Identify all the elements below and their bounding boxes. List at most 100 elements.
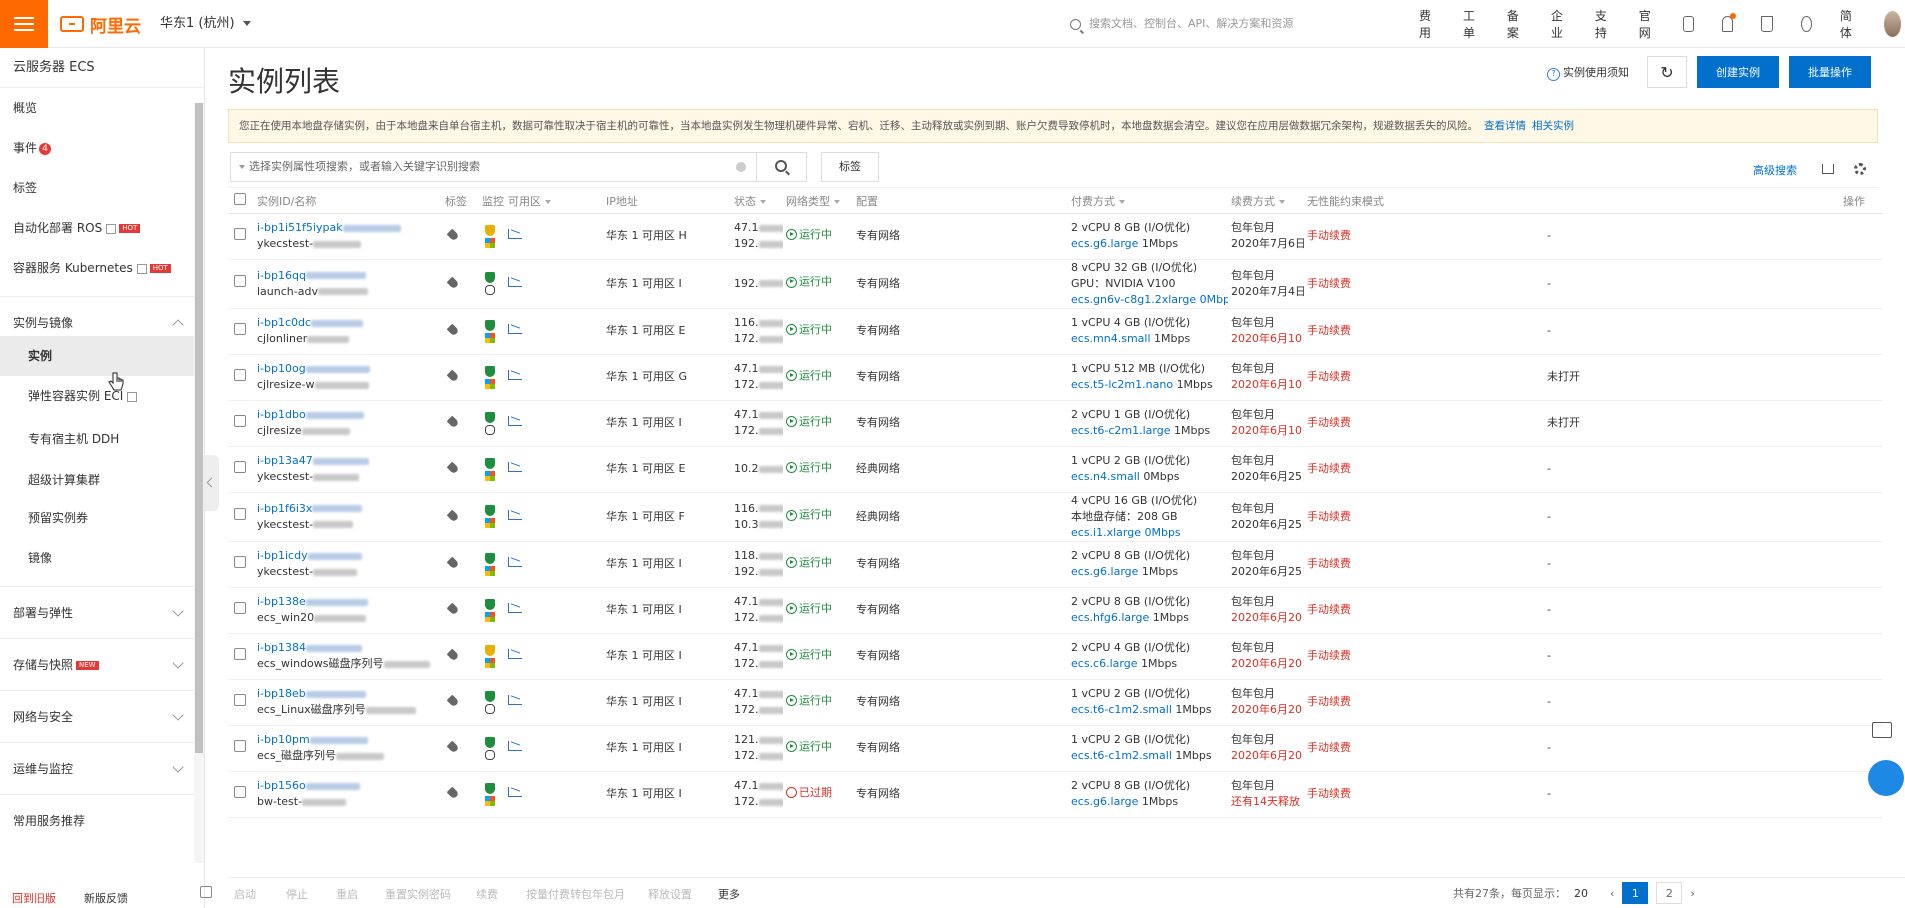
security-shield-icon[interactable]	[485, 224, 495, 236]
monitor-chart-icon[interactable]	[508, 416, 522, 426]
tag-icon[interactable]	[446, 461, 460, 475]
config-type[interactable]: ecs.t6-c1m2.small	[1071, 749, 1172, 762]
sidebar-item-tags[interactable]: 标签	[0, 168, 204, 208]
tag-icon[interactable]	[446, 276, 460, 289]
instance-id-link[interactable]: i-bp13a47	[257, 454, 313, 467]
footer-select-checkbox[interactable]	[200, 886, 212, 898]
language-switch[interactable]: 简体	[1840, 7, 1856, 41]
create-instance-button[interactable]: 创建实例	[1697, 56, 1779, 88]
monitor-chart-icon[interactable]	[508, 229, 522, 239]
security-shield-icon[interactable]	[485, 644, 495, 656]
tag-icon[interactable]	[446, 369, 460, 383]
nav-support[interactable]: 支持	[1595, 7, 1611, 41]
monitor-chart-icon[interactable]	[508, 370, 522, 380]
config-type[interactable]: ecs.t5-lc2m1.nano	[1071, 378, 1173, 391]
sidebar-item-instances[interactable]: 实例	[0, 336, 204, 376]
sidebar-item-events[interactable]: 事件 4	[0, 128, 204, 168]
prev-page-icon[interactable]: ‹	[1610, 887, 1614, 900]
monitor-chart-icon[interactable]	[508, 462, 522, 472]
config-type[interactable]: ecs.t6-c2m1.large	[1071, 424, 1170, 437]
instance-id-link[interactable]: i-bp1i51f5iypak	[257, 221, 343, 234]
column-header-status[interactable]: 状态	[731, 189, 783, 214]
global-search[interactable]: 搜索文档、控制台、API、解决方案和资源	[1070, 0, 1400, 48]
monitor-chart-icon[interactable]	[508, 557, 522, 567]
old-version-link[interactable]: 回到旧版	[12, 890, 56, 908]
config-type[interactable]: ecs.gn6v-c8g1.2xlarge 0Mbps	[1071, 293, 1228, 306]
page-button[interactable]: 2	[1656, 882, 1683, 904]
instance-id-link[interactable]: i-bp1f6i3x	[257, 502, 312, 515]
column-header-network[interactable]: 网络类型	[783, 189, 853, 214]
row-checkbox[interactable]	[228, 308, 254, 355]
tag-icon[interactable]	[446, 323, 460, 337]
tag-filter-button[interactable]: 标签	[821, 152, 879, 182]
sidebar-collapse-handle[interactable]	[205, 455, 219, 511]
instance-id-link[interactable]: i-bp1384	[257, 641, 306, 654]
security-shield-icon[interactable]	[485, 552, 495, 564]
sidebar-item-ros[interactable]: 自动化部署 ROS HOT	[0, 208, 204, 248]
aliyun-logo[interactable]: 阿里云	[60, 12, 141, 37]
security-shield-icon[interactable]	[485, 736, 495, 748]
refresh-button[interactable]: ↻	[1647, 56, 1687, 88]
column-header-renew[interactable]: 续费方式	[1228, 189, 1304, 214]
sidebar-item-overview[interactable]: 概览	[0, 88, 204, 128]
notice-related-link[interactable]: 相关实例	[1532, 120, 1574, 132]
notice-details-link[interactable]: 查看详情	[1484, 120, 1526, 132]
bell-icon[interactable]	[1722, 13, 1737, 32]
page-button[interactable]: 1	[1622, 882, 1649, 904]
monitor-chart-icon[interactable]	[508, 649, 522, 659]
avatar[interactable]	[1883, 11, 1902, 37]
nav-icp[interactable]: 备案	[1507, 7, 1523, 41]
monitor-chart-icon[interactable]	[508, 509, 522, 520]
row-checkbox[interactable]	[228, 400, 254, 447]
security-shield-icon[interactable]	[485, 272, 495, 283]
sidebar-item-images[interactable]: 镜像	[0, 538, 204, 578]
instance-search-input[interactable]: 选择实例属性项搜索，或者输入关键字识别搜索	[230, 152, 757, 182]
apps-icon[interactable]	[1868, 760, 1904, 796]
sidebar-section-network[interactable]: 网络与安全	[0, 690, 204, 742]
region-selector[interactable]: 华东1 (杭州)	[160, 0, 251, 48]
terminal-icon[interactable]	[1682, 16, 1695, 32]
nav-enterprise[interactable]: 企业	[1551, 7, 1567, 41]
page-size-select[interactable]: 20	[1574, 887, 1588, 900]
nav-tickets[interactable]: 工单	[1463, 7, 1479, 41]
cart-icon[interactable]	[1761, 16, 1773, 32]
tag-icon[interactable]	[446, 786, 460, 800]
instance-id-link[interactable]: i-bp138e	[257, 595, 306, 608]
security-shield-icon[interactable]	[485, 598, 495, 610]
config-type[interactable]: ecs.g6.large	[1071, 565, 1138, 578]
instance-id-link[interactable]: i-bp16qq	[257, 269, 306, 282]
sidebar-scrollbar[interactable]	[194, 103, 204, 863]
gear-icon[interactable]	[1854, 163, 1866, 175]
start-button[interactable]: 启动	[234, 886, 256, 902]
instance-help-link[interactable]: 实例使用须知	[1547, 64, 1629, 81]
instance-id-link[interactable]: i-bp156o	[257, 779, 306, 792]
nav-fees[interactable]: 费用	[1419, 7, 1435, 41]
monitor-chart-icon[interactable]	[508, 324, 522, 334]
instance-id-link[interactable]: i-bp1icdy	[257, 549, 308, 562]
tag-icon[interactable]	[446, 602, 460, 616]
tag-icon[interactable]	[446, 228, 460, 242]
instance-id-link[interactable]: i-bp18eb	[257, 687, 306, 700]
security-shield-icon[interactable]	[485, 782, 495, 794]
security-shield-icon[interactable]	[485, 505, 495, 516]
row-checkbox[interactable]	[228, 771, 254, 818]
reset-password-button[interactable]: 重置实例密码	[385, 886, 451, 902]
tag-icon[interactable]	[446, 648, 460, 662]
select-all-checkbox[interactable]	[228, 189, 254, 214]
row-checkbox[interactable]	[228, 213, 254, 260]
search-button[interactable]	[757, 152, 807, 182]
row-checkbox[interactable]	[228, 587, 254, 634]
security-shield-icon[interactable]	[485, 457, 495, 469]
config-type[interactable]: ecs.n4.small	[1071, 470, 1140, 483]
security-shield-icon[interactable]	[485, 411, 495, 423]
config-type[interactable]: ecs.t6-c1m2.small	[1071, 703, 1172, 716]
tag-icon[interactable]	[446, 556, 460, 570]
security-shield-icon[interactable]	[485, 690, 495, 702]
chat-icon[interactable]	[1872, 722, 1892, 738]
row-checkbox[interactable]	[228, 354, 254, 401]
column-header-zone[interactable]: 可用区	[505, 189, 603, 214]
batch-operation-button[interactable]: 批量操作	[1789, 56, 1871, 88]
security-shield-icon[interactable]	[485, 365, 495, 377]
row-checkbox[interactable]	[228, 446, 254, 493]
sidebar-section-recommended[interactable]: 常用服务推荐	[0, 794, 204, 846]
